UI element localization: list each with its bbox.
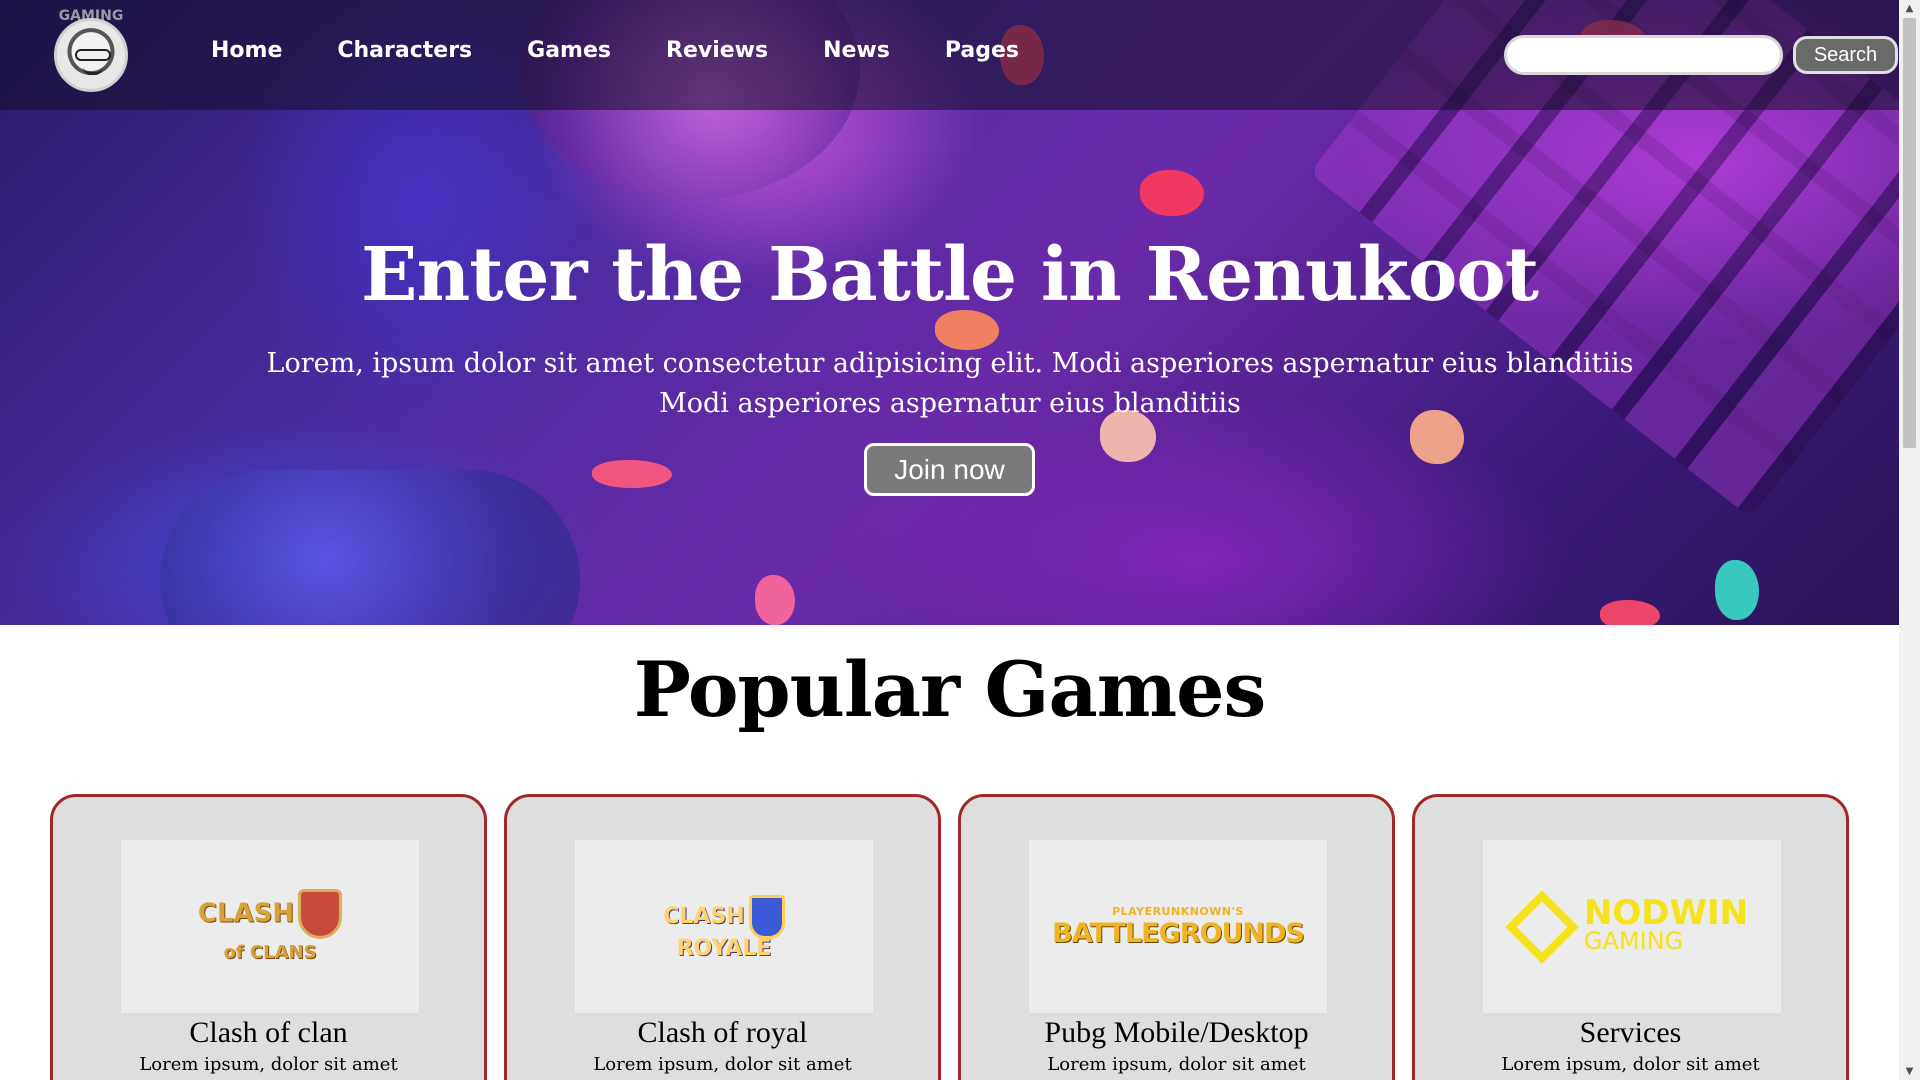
game-cards: CLASH of CLANS Clash of clan Lorem ipsum… xyxy=(50,794,1850,1080)
candy-decoration xyxy=(592,460,672,488)
candy-decoration xyxy=(1715,560,1759,620)
mouth-shape xyxy=(83,67,103,75)
logo-line: of CLANS xyxy=(223,942,317,963)
nav-link-reviews[interactable]: Reviews xyxy=(666,38,768,63)
section-title: Popular Games xyxy=(633,645,1267,734)
logo-line: NODWIN xyxy=(1583,892,1749,933)
card-text: Lorem ipsum, dolor sit amet xyxy=(139,1054,398,1075)
join-now-button[interactable]: Join now xyxy=(864,443,1035,496)
gamer-avatar-icon[interactable] xyxy=(54,18,128,92)
hero-title: Enter the Battle in Renukoot xyxy=(361,232,1539,318)
nav-link-news[interactable]: News xyxy=(823,38,890,63)
navbar: GAMING Home Characters Games Reviews New… xyxy=(0,0,1899,110)
scroll-down-arrow-icon[interactable]: ▼ xyxy=(1899,1063,1920,1080)
card-title: Clash of clan xyxy=(189,1016,348,1049)
nav-link-home[interactable]: Home xyxy=(211,38,282,63)
shield-icon xyxy=(298,889,343,939)
card-text: Lorem ipsum, dolor sit amet xyxy=(593,1054,852,1075)
search-input[interactable] xyxy=(1504,35,1783,75)
candy-decoration xyxy=(1600,600,1660,625)
logo-line: PLAYERUNKNOWN'S xyxy=(1112,904,1244,918)
scrollbar-thumb[interactable] xyxy=(1903,18,1916,448)
card-title: Services xyxy=(1579,1016,1682,1049)
scroll-up-arrow-icon[interactable]: ▲ xyxy=(1899,0,1920,17)
card-text: Lorem ipsum, dolor sit amet xyxy=(1501,1054,1760,1075)
candy-decoration xyxy=(755,575,795,625)
game-card-services[interactable]: NODWIN GAMING Services Lorem ipsum, dolo… xyxy=(1412,794,1849,1080)
controller-decoration xyxy=(160,470,580,625)
card-title: Pubg Mobile/Desktop xyxy=(1044,1016,1309,1049)
search-button[interactable]: Search xyxy=(1793,36,1898,74)
crown-shield-icon xyxy=(748,894,785,939)
hero-text: Lorem, ipsum dolor sit amet consectetur … xyxy=(266,348,1634,419)
clash-royale-logo: CLASH ROYALE xyxy=(575,840,873,1013)
nav-links: Home Characters Games Reviews News Pages xyxy=(211,38,1074,63)
logo-line: CLASH xyxy=(197,898,295,929)
logo-line: CLASH xyxy=(663,903,745,929)
card-title: Clash of royal xyxy=(637,1016,808,1049)
nav-link-pages[interactable]: Pages xyxy=(945,38,1019,63)
logo-line: BATTLEGROUNDS xyxy=(1052,917,1305,949)
logo-line: ROYALE xyxy=(676,935,772,961)
clash-of-clans-logo: CLASH of CLANS xyxy=(121,840,419,1013)
pubg-logo: PLAYERUNKNOWN'S BATTLEGROUNDS xyxy=(1029,840,1327,1013)
card-text: Lorem ipsum, dolor sit amet xyxy=(1047,1054,1306,1075)
glasses-shape xyxy=(75,49,111,61)
game-card-clash-of-clan[interactable]: CLASH of CLANS Clash of clan Lorem ipsum… xyxy=(50,794,487,1080)
game-card-pubg[interactable]: PLAYERUNKNOWN'S BATTLEGROUNDS Pubg Mobil… xyxy=(958,794,1395,1080)
nav-link-games[interactable]: Games xyxy=(527,38,611,63)
nodwin-mark-icon xyxy=(1505,889,1579,964)
game-card-clash-of-royal[interactable]: CLASH ROYALE Clash of royal Lorem ipsum,… xyxy=(504,794,941,1080)
nav-link-characters[interactable]: Characters xyxy=(337,38,472,63)
candy-decoration xyxy=(1140,170,1204,216)
nodwin-gaming-logo: NODWIN GAMING xyxy=(1483,840,1781,1013)
